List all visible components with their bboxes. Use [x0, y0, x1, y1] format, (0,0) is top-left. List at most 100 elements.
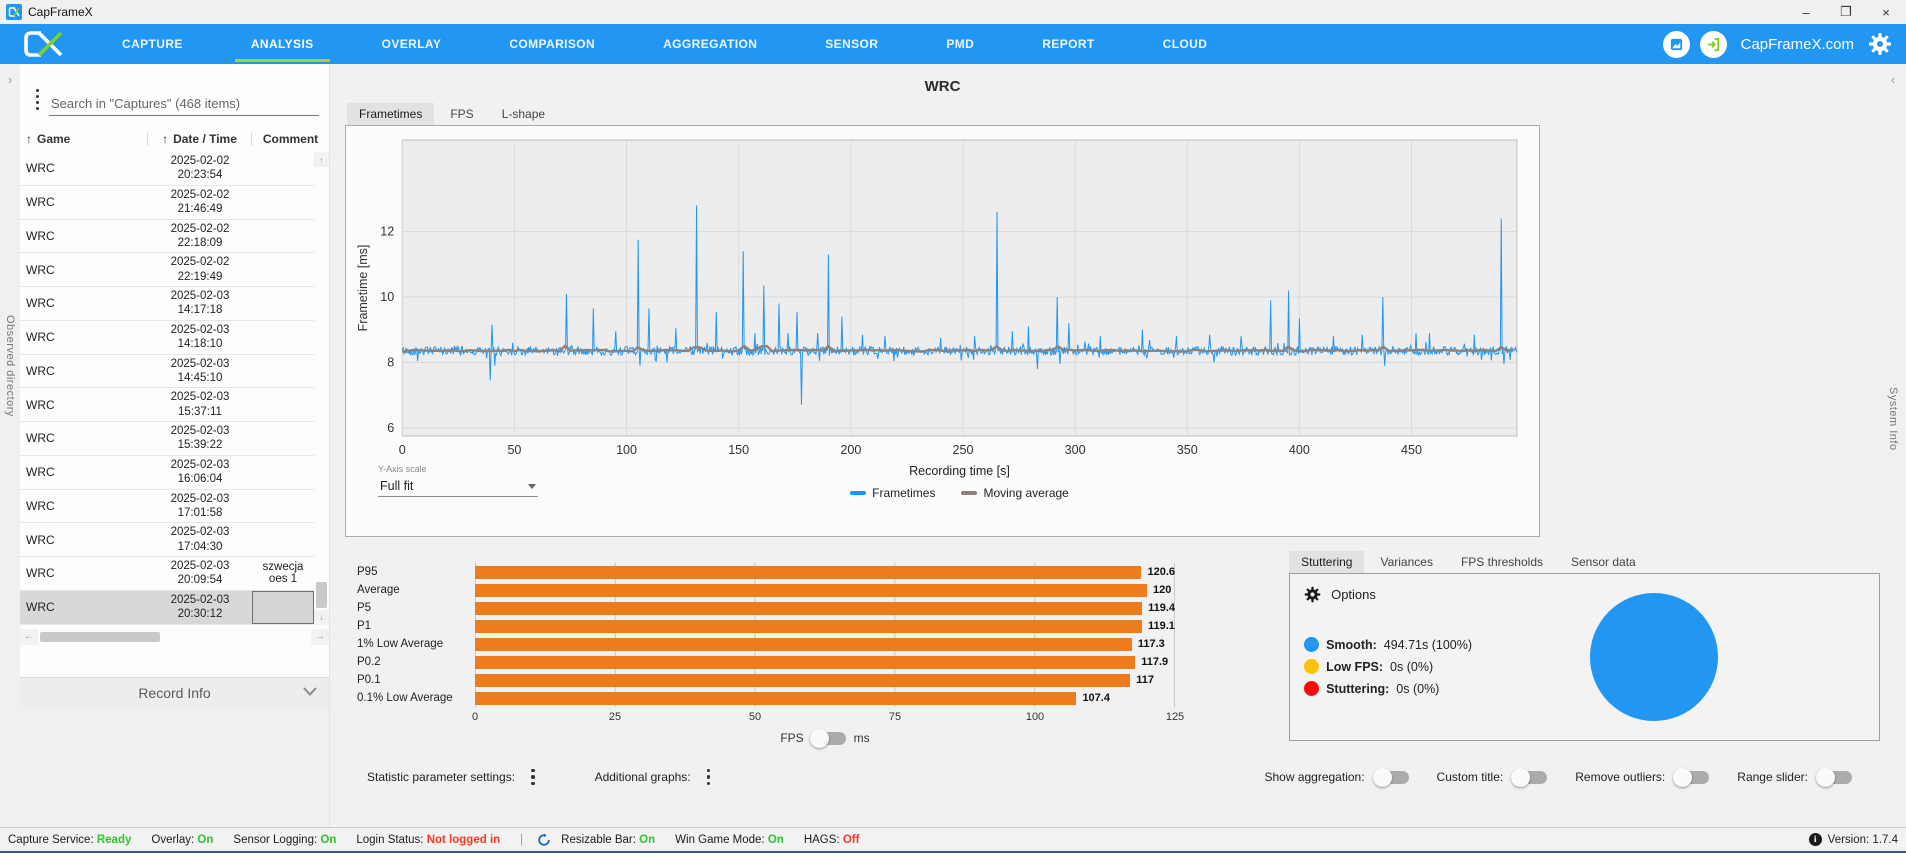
capture-row[interactable]: WRC 2025-02-03 20:30:12	[20, 590, 314, 625]
nav-tab-cloud[interactable]: CLOUD	[1129, 24, 1242, 64]
capture-row[interactable]: WRC 2025-02-02 20:23:54	[20, 152, 314, 186]
Moving average: Moving average	[961, 486, 1069, 500]
bar[interactable]	[475, 637, 1132, 651]
bar-category-label: P0.2	[357, 656, 381, 668]
bar-category-label: P0.1	[357, 674, 381, 686]
stutter-pie-chart[interactable]	[1590, 593, 1719, 721]
refresh-status-icon[interactable]	[537, 832, 551, 847]
nav-tab-sensor[interactable]: SENSOR	[791, 24, 912, 64]
unit-ms-label: ms	[853, 731, 870, 745]
nav-tab-analysis[interactable]: ANALYSIS	[217, 24, 348, 64]
bar[interactable]	[475, 565, 1142, 579]
statistic-settings-menu-icon[interactable]	[527, 768, 539, 786]
bar-axis-tick: 0	[471, 711, 479, 723]
option-toggle[interactable]	[1673, 767, 1710, 787]
option-toggle[interactable]	[1816, 767, 1852, 787]
additional-graphs: Additional graphs:	[595, 768, 715, 786]
capture-row[interactable]: WRC 2025-02-03 14:45:10	[20, 355, 314, 389]
expand-directory-chevron-icon[interactable]: ›	[8, 72, 12, 87]
status-item: Resizable Bar: On	[561, 833, 656, 846]
horizontal-scrollbar[interactable]: ← →	[20, 628, 329, 645]
search-input[interactable]	[49, 92, 319, 116]
bar[interactable]	[475, 583, 1147, 597]
bar[interactable]	[475, 619, 1142, 633]
option-toggle[interactable]	[1511, 767, 1548, 787]
stutter-options-button[interactable]: Options	[1304, 586, 1865, 603]
stutter-tab[interactable]: Variances	[1368, 551, 1444, 573]
bar-axis-tick: 25	[608, 711, 622, 723]
capture-row[interactable]: WRC 2025-02-03 14:18:10	[20, 321, 314, 355]
minimize-button[interactable]: –	[1786, 0, 1826, 24]
capture-row[interactable]: WRC 2025-02-03 17:04:30	[20, 523, 314, 557]
record-info-expander[interactable]: Record Info	[20, 677, 329, 707]
capture-list-menu-icon[interactable]	[26, 89, 49, 116]
graph-tabs: Frametimes FPS L-shape	[347, 103, 1880, 125]
nav-tab-aggregation[interactable]: AGGREGATION	[629, 24, 791, 64]
graph-tab[interactable]: L-shape	[490, 103, 557, 125]
bar[interactable]	[475, 673, 1131, 687]
capture-row[interactable]: WRC 2025-02-02 22:19:49	[20, 253, 314, 287]
column-header-game[interactable]: ↑ Game	[20, 132, 148, 146]
bar-category-label: 1% Low Average	[357, 638, 444, 650]
nav-tabs: CAPTURE ANALYSIS OVERLAY COMPARISON AGGR…	[88, 24, 1241, 64]
login-button[interactable]	[1699, 30, 1727, 58]
scroll-left-icon[interactable]: ←	[20, 628, 38, 645]
capture-row[interactable]: WRC 2025-02-03 16:06:04	[20, 456, 314, 490]
svg-text:350: 350	[1177, 443, 1198, 457]
observed-directory-strip: › Observed directory	[0, 64, 20, 827]
status-item: HAGS: Off	[803, 833, 860, 846]
scroll-down-icon[interactable]: ↓	[314, 609, 329, 625]
fps-ms-toggle[interactable]	[809, 728, 846, 748]
info-icon[interactable]: i	[1808, 833, 1822, 846]
status-item: Capture Service: Ready	[8, 833, 132, 846]
stutter-tab[interactable]: Stuttering	[1289, 551, 1365, 573]
capture-row[interactable]: WRC 2025-02-03 15:37:11	[20, 388, 314, 422]
window-title: CapFrameX	[28, 5, 93, 19]
graph-tab[interactable]: FPS	[438, 103, 485, 125]
bar[interactable]	[475, 601, 1143, 615]
capture-row[interactable]: WRC 2025-02-03 20:09:54 szwecja oes 1	[20, 557, 314, 591]
nav-tab-capture[interactable]: CAPTURE	[88, 24, 217, 64]
stuttering-panel: Stuttering Variances FPS thresholds Sensor …	[1289, 551, 1880, 745]
capframex-com-link[interactable]: CapFrameX.com	[1741, 36, 1854, 53]
scroll-right-icon[interactable]: →	[311, 628, 329, 645]
additional-graphs-menu-icon[interactable]	[703, 768, 715, 786]
app-icon	[6, 4, 22, 20]
close-button[interactable]: ×	[1866, 0, 1906, 24]
column-header-comment[interactable]: Comment	[252, 132, 329, 146]
nav-tab-pmd[interactable]: PMD	[912, 24, 1008, 64]
frametime-chart-card: 6 8 10 12 0 50 100 150 200 250 300 350 400 450 Frameti…	[345, 125, 1540, 537]
scroll-up-icon[interactable]: ↑	[314, 152, 329, 167]
capture-row[interactable]: WRC 2025-02-03 17:01:58	[20, 490, 314, 524]
stutter-tab[interactable]: Sensor data	[1559, 551, 1648, 573]
option-toggle[interactable]	[1372, 767, 1409, 787]
capture-row[interactable]: WRC 2025-02-03 14:17:18	[20, 287, 314, 321]
settings-gear-icon[interactable]	[1868, 32, 1892, 56]
window-titlebar: CapFrameX – ❐ ×	[0, 0, 1906, 24]
column-header-datetime[interactable]: ↑ Date / Time	[148, 132, 252, 146]
capture-row[interactable]: WRC 2025-02-02 21:46:49	[20, 186, 314, 220]
capframex-logo-icon	[0, 24, 88, 64]
svg-text:0: 0	[399, 443, 406, 457]
nav-tab-overlay[interactable]: OVERLAY	[348, 24, 476, 64]
bar[interactable]	[475, 691, 1077, 705]
graph-tab[interactable]: Frametimes	[347, 103, 435, 125]
horizontal-scroll-thumb[interactable]	[40, 631, 160, 642]
stutter-tab[interactable]: FPS thresholds	[1449, 551, 1555, 573]
expand-system-info-chevron-icon[interactable]: ‹	[1891, 72, 1895, 87]
bar[interactable]	[475, 655, 1136, 669]
page-title: WRC	[924, 78, 961, 95]
nav-tab-report[interactable]: REPORT	[1008, 24, 1128, 64]
capture-row[interactable]: WRC 2025-02-03 15:39:22	[20, 422, 314, 456]
report-library-button[interactable]	[1662, 30, 1690, 58]
stutter-legend: Smooth: 494.71s (100%) Low FPS: 0s (0%) St…	[1304, 637, 1865, 696]
vertical-scrollbar[interactable]: ↑ ↓	[314, 152, 329, 625]
frametime-plot[interactable]: 6 8 10 12 0 50 100 150 200 250 300 350 400 450 Frameti…	[354, 132, 1531, 462]
maximize-button[interactable]: ❐	[1826, 0, 1866, 24]
option-toggle-group: Custom title:	[1437, 767, 1548, 787]
capture-row[interactable]: WRC 2025-02-02 22:18:09	[20, 220, 314, 254]
percentile-bar-chart: P95 Average P5 P1 1% Low Average P0.2 P0.1 0.1%…	[345, 551, 1273, 748]
bar-row: 120.6	[475, 563, 1175, 581]
vertical-scroll-thumb[interactable]	[316, 581, 327, 608]
nav-tab-comparison[interactable]: COMPARISON	[475, 24, 629, 64]
